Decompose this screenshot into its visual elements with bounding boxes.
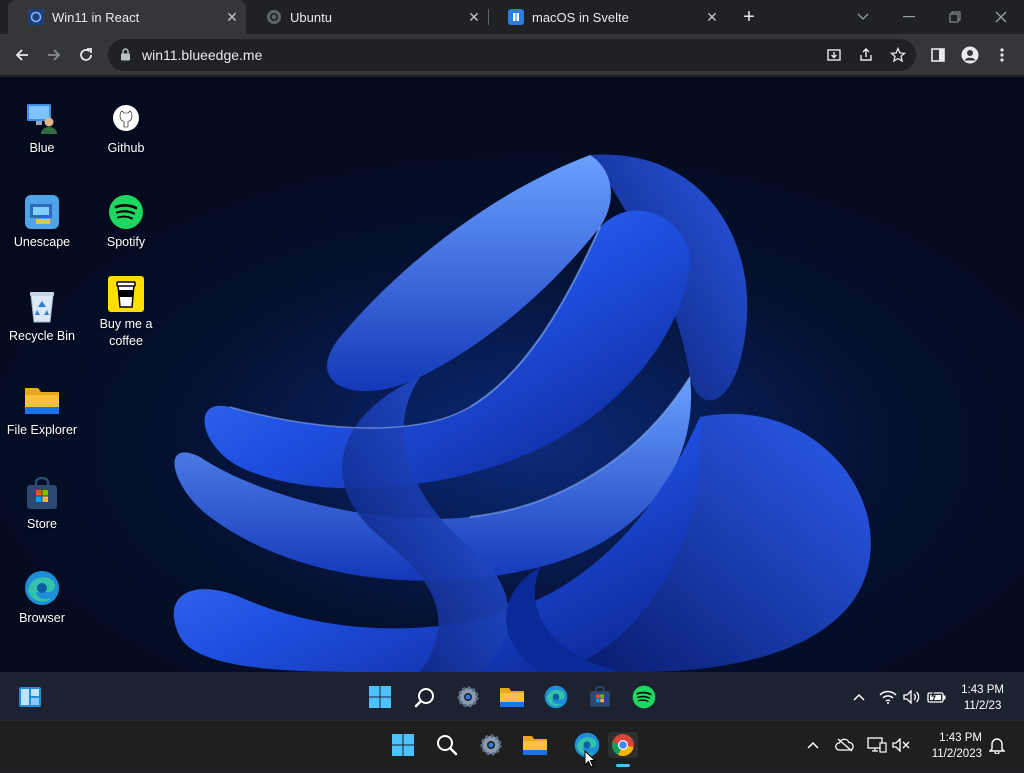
folder-icon bbox=[23, 381, 61, 419]
recycle-bin-icon bbox=[23, 287, 61, 325]
tab-macos-in-svelte[interactable]: macOS in Svelte ✕ bbox=[488, 0, 726, 34]
back-button[interactable] bbox=[8, 41, 36, 69]
chevron-up-icon[interactable] bbox=[846, 684, 872, 710]
more-menu-icon[interactable] bbox=[988, 41, 1016, 69]
chevron-up-icon[interactable] bbox=[800, 732, 826, 758]
bookmark-star-icon[interactable] bbox=[888, 45, 908, 65]
tab-title: macOS in Svelte bbox=[532, 9, 629, 25]
desktop-icon-blue[interactable]: Blue bbox=[0, 99, 84, 157]
desktop-icon-label: Blue bbox=[29, 141, 55, 155]
coffee-icon bbox=[107, 275, 145, 313]
file-explorer-icon[interactable] bbox=[522, 732, 548, 758]
desktop-icon-label: Github bbox=[107, 141, 145, 155]
os-clock[interactable]: 1:43 PM 11/2/2023 bbox=[932, 730, 982, 762]
settings-gear-icon[interactable] bbox=[478, 732, 504, 758]
minimize-button[interactable] bbox=[886, 0, 932, 34]
install-app-icon[interactable] bbox=[824, 45, 844, 65]
search-icon[interactable] bbox=[434, 732, 460, 758]
volume-icon[interactable] bbox=[899, 684, 925, 710]
tab-title: Win11 in React bbox=[52, 9, 140, 25]
restore-button[interactable] bbox=[932, 0, 978, 34]
running-indicator bbox=[616, 764, 630, 767]
mouse-cursor bbox=[584, 749, 597, 768]
os-taskbar: 1:43 PM 11/2/2023 bbox=[0, 720, 1024, 768]
notification-bell-icon[interactable] bbox=[984, 732, 1010, 758]
desktop-icon-unescape[interactable]: Unescape bbox=[0, 193, 84, 251]
spotify-icon[interactable] bbox=[631, 684, 657, 710]
forward-button[interactable] bbox=[40, 41, 68, 69]
desktop-icon-buy-me-a-coffee[interactable]: Buy me a coffee bbox=[84, 275, 168, 350]
side-panel-button[interactable] bbox=[924, 41, 952, 69]
battery-icon[interactable] bbox=[924, 684, 950, 710]
os-time: 1:43 PM bbox=[939, 732, 982, 744]
inner-clock[interactable]: 1:43 PM 11/2/23 bbox=[961, 682, 1004, 714]
new-tab-button[interactable]: + bbox=[738, 6, 760, 28]
reload-button[interactable] bbox=[72, 41, 100, 69]
store-icon bbox=[23, 475, 61, 513]
desktop-icon-label: Unescape bbox=[13, 235, 71, 249]
desktop-icon-github[interactable]: Github bbox=[84, 99, 168, 157]
browser-toolbar: win11.blueedge.me bbox=[0, 34, 1024, 76]
lock-icon[interactable] bbox=[120, 48, 131, 66]
address-bar[interactable]: win11.blueedge.me bbox=[108, 39, 916, 71]
tab-win11-in-react[interactable]: Win11 in React ✕ bbox=[8, 0, 246, 34]
wallpaper-bloom bbox=[173, 154, 871, 672]
desktop-icon-store[interactable]: Store bbox=[0, 475, 84, 533]
edge-icon[interactable] bbox=[543, 684, 569, 710]
start-button[interactable] bbox=[367, 684, 393, 710]
os-date: 11/2/2023 bbox=[931, 748, 982, 760]
desktop-icon-label: Store bbox=[27, 517, 57, 531]
desktop-icon-label: File Explorer bbox=[6, 423, 78, 437]
win11-favicon bbox=[28, 9, 44, 25]
edge-icon bbox=[23, 569, 61, 607]
inner-time: 1:43 PM bbox=[961, 684, 1004, 696]
profile-avatar[interactable] bbox=[956, 41, 984, 69]
desktop-icon-recycle-bin[interactable]: Recycle Bin bbox=[0, 287, 84, 345]
tab-title: Ubuntu bbox=[290, 9, 332, 25]
macos-favicon bbox=[508, 9, 524, 25]
start-button[interactable] bbox=[390, 732, 416, 758]
inner-date: 11/2/23 bbox=[963, 700, 1002, 712]
close-icon[interactable]: ✕ bbox=[466, 9, 482, 25]
unescape-icon bbox=[23, 193, 61, 231]
inner-taskbar: 1:43 PM 11/2/23 bbox=[0, 672, 1024, 720]
desktop-icon-label: Buy me a coffee bbox=[99, 317, 153, 348]
spotify-icon bbox=[107, 193, 145, 231]
desktop-icon-file-explorer[interactable]: File Explorer bbox=[0, 381, 84, 439]
close-window-button[interactable] bbox=[978, 0, 1024, 34]
search-icon[interactable] bbox=[412, 684, 438, 710]
github-icon bbox=[107, 99, 145, 137]
user-pc-icon bbox=[23, 99, 61, 137]
file-explorer-icon[interactable] bbox=[499, 684, 525, 710]
desktop-icon-browser[interactable]: Browser bbox=[0, 569, 84, 627]
close-icon[interactable]: ✕ bbox=[704, 9, 720, 25]
browser-tab-strip: Win11 in React ✕ Ubuntu ✕ macOS in Svelt… bbox=[0, 0, 1024, 34]
onedrive-offline-icon[interactable] bbox=[832, 732, 858, 758]
desktop-icon-label: Browser bbox=[19, 611, 65, 625]
url-text: win11.blueedge.me bbox=[142, 47, 263, 63]
widgets-button[interactable] bbox=[17, 684, 43, 710]
desktop-icon-label: Recycle Bin bbox=[9, 329, 75, 343]
tab-search-button[interactable] bbox=[840, 0, 886, 34]
close-icon[interactable]: ✕ bbox=[224, 9, 240, 25]
share-icon[interactable] bbox=[856, 45, 876, 65]
network-icon[interactable] bbox=[864, 732, 890, 758]
wifi-icon[interactable] bbox=[875, 684, 901, 710]
store-icon[interactable] bbox=[587, 684, 613, 710]
win11-desktop[interactable]: Blue Unescape Recycle Bin File Explorer … bbox=[0, 77, 1024, 672]
settings-gear-icon[interactable] bbox=[455, 684, 481, 710]
tab-ubuntu[interactable]: Ubuntu ✕ bbox=[246, 0, 488, 34]
volume-muted-icon[interactable] bbox=[888, 732, 914, 758]
ubuntu-favicon bbox=[266, 9, 282, 25]
chrome-icon[interactable] bbox=[608, 732, 638, 758]
desktop-icon-label: Spotify bbox=[106, 235, 146, 249]
desktop-icon-spotify[interactable]: Spotify bbox=[84, 193, 168, 251]
